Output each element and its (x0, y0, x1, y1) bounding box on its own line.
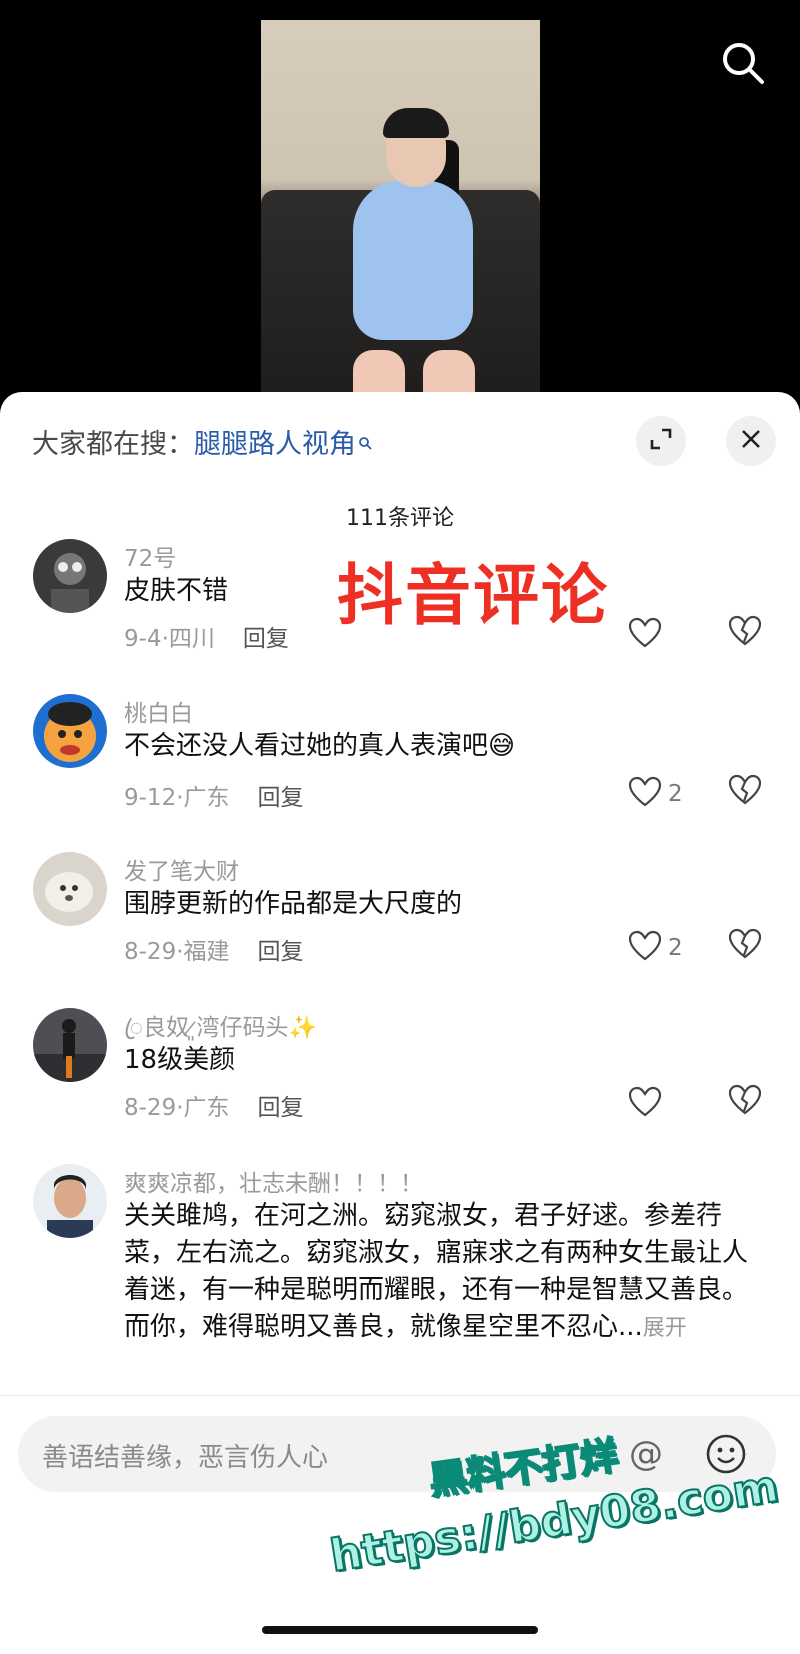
video-person-hat (383, 108, 449, 138)
comment-meta: 9-4·四川 回复 (124, 619, 289, 653)
comment-date: 8-29·广东 (124, 1095, 230, 1121)
reply-button[interactable]: 回复 (258, 1095, 304, 1121)
close-icon (739, 427, 763, 455)
comment-username[interactable]: 桃白白 (124, 694, 193, 728)
avatar[interactable] (33, 694, 107, 768)
reply-button[interactable]: 回复 (243, 626, 289, 652)
video-player[interactable] (261, 20, 540, 420)
comment-username[interactable]: 72号 (124, 539, 176, 573)
close-button[interactable] (726, 416, 776, 466)
comment-meta: 8-29·福建 回复 (124, 932, 304, 966)
like-button[interactable]: 2 (628, 928, 708, 968)
expand-icon (648, 426, 674, 456)
dislike-button[interactable] (728, 615, 768, 655)
comment-username[interactable]: 发了笔大财 (124, 852, 239, 886)
hot-search-link[interactable]: 腿腿路人视角 (194, 429, 356, 460)
search-icon[interactable] (718, 38, 768, 88)
hot-search-prefix: 大家都在搜： (32, 429, 194, 460)
heart-icon (628, 617, 662, 653)
hot-search-bar[interactable]: 大家都在搜：腿腿路人视角 (32, 422, 372, 461)
comment-date: 9-12·广东 (124, 785, 230, 811)
avatar[interactable] (33, 852, 107, 926)
like-count: 2 (668, 781, 683, 807)
reply-button[interactable]: 回复 (258, 939, 304, 965)
at-mention-icon[interactable]: @ (626, 1434, 666, 1474)
heart-icon (628, 930, 662, 966)
comment-meta: 9-12·广东 回复 (124, 778, 304, 812)
comment-item: 72号 皮肤不错 9-4·四川 回复 (0, 539, 800, 679)
comment-date: 8-29·福建 (124, 939, 230, 965)
comment-text: 皮肤不错 (124, 576, 229, 606)
home-indicator (262, 1626, 538, 1634)
like-button[interactable]: 2 (628, 774, 708, 814)
comment-meta: 8-29·广东 回复 (124, 1088, 304, 1122)
comment-text: 关关雎鸠，在河之洲。窈窕淑女，君子好逑。参差荇菜，左右流之。窈窕淑女，寤寐求之有… (124, 1198, 764, 1383)
comment-date: 9-4·四川 (124, 626, 215, 652)
broken-heart-icon (728, 774, 762, 810)
dislike-button[interactable] (728, 774, 768, 814)
comment-sheet: 大家都在搜：腿腿路人视角 111条评论 抖音评论 72号 皮肤不错 9-4·四川… (0, 392, 800, 1654)
like-button[interactable] (628, 1084, 708, 1124)
comment-text: 不会还没人看过她的真人表演吧😅 (124, 731, 516, 761)
comment-username[interactable]: 爽爽凉都，壮志未酬！！！！ (124, 1164, 423, 1198)
like-button[interactable] (628, 615, 708, 655)
avatar[interactable] (33, 1008, 107, 1082)
comment-input-placeholder: 善语结善缘，恶言伤人心 (42, 1443, 329, 1473)
comment-item: 爽爽凉都，壮志未酬！！！！ 关关雎鸠，在河之洲。窈窕淑女，君子好逑。参差荇菜，左… (0, 1164, 800, 1394)
heart-icon (628, 1086, 662, 1122)
expand-button[interactable] (636, 416, 686, 466)
comment-item: 桃白白 不会还没人看过她的真人表演吧😅 9-12·广东 回复 2 (0, 694, 800, 834)
video-area[interactable] (0, 0, 800, 420)
dislike-button[interactable] (728, 1084, 768, 1124)
broken-heart-icon (728, 928, 762, 964)
dislike-button[interactable] (728, 928, 768, 968)
heart-icon (628, 776, 662, 812)
comment-count: 111条评论 (346, 506, 454, 531)
comment-item: ꦿ良奴 ̷͈湾仔码头✨ 18级美颜 8-29·广东 回复 (0, 1008, 800, 1148)
broken-heart-icon (728, 615, 762, 651)
small-search-icon (358, 426, 372, 450)
avatar[interactable] (33, 539, 107, 613)
comment-item: 发了笔大财 围脖更新的作品都是大尺度的 8-29·福建 回复 2 (0, 852, 800, 992)
video-person-body (353, 180, 473, 340)
avatar[interactable] (33, 1164, 107, 1238)
expand-link[interactable]: 展开 (643, 1316, 687, 1341)
reply-button[interactable]: 回复 (258, 785, 304, 811)
like-count: 2 (668, 935, 683, 961)
broken-heart-icon (728, 1084, 762, 1120)
comment-text: 18级美颜 (124, 1045, 236, 1075)
comment-text: 围脖更新的作品都是大尺度的 (124, 889, 463, 919)
